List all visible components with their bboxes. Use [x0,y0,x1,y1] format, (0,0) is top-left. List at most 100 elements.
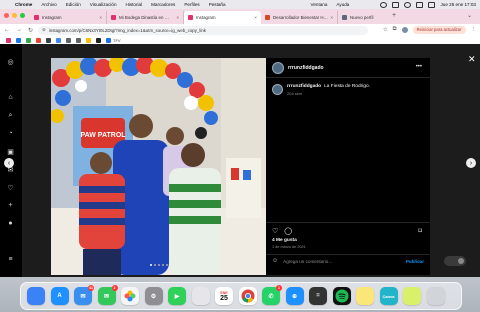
site-info-icon[interactable]: ⊜ [42,27,46,33]
explore-icon[interactable]: ◔ [7,130,14,137]
canva-icon[interactable]: Canva [379,287,398,305]
bookmark-label[interactable]: TFV [113,38,121,43]
menu-item-edicion[interactable]: Edición [66,2,81,7]
chrome-logo [241,289,254,303]
reels-icon[interactable]: ▣ [7,148,14,156]
more-menu-icon[interactable]: ≡ [7,256,14,263]
bookmark-favicon-icon[interactable] [36,37,41,43]
menu-app-name[interactable]: Chrome [15,2,32,7]
close-window-icon[interactable] [4,13,9,18]
tab-bodega[interactable]: Mi Bodega Dinastía en … × [107,11,184,24]
author-username[interactable]: rrrunzfiddgado [288,65,324,71]
search-icon[interactable] [416,1,424,8]
menu-item-perfiles[interactable]: Perfiles [184,2,199,7]
minimize-window-icon[interactable] [12,13,17,18]
close-tab-icon[interactable]: × [254,15,257,20]
chrome-menu-icon[interactable]: ⋮ [471,27,477,33]
emoji-icon[interactable]: ☺ [272,258,278,264]
tab-nuevo-perfil[interactable]: Nuevo perfil [338,11,388,24]
likes-count[interactable]: 4 Me gusta [272,238,297,243]
bookmark-favicon-icon[interactable] [6,37,11,43]
battery-icon[interactable] [392,1,400,8]
notification-badge: 2 [111,285,118,291]
menu-item-archivo[interactable]: Archivo [41,2,56,7]
bookmark-favicon-icon[interactable] [56,37,61,43]
home-icon[interactable]: ⌂ [7,94,14,101]
menu-item-marcadores[interactable]: Marcadores [151,2,175,7]
tab-instagram-active[interactable]: Instagram × [184,11,261,24]
profile-avatar[interactable] [401,26,408,33]
tab-desarrollador[interactable]: Desarrollador Bienestar H… × [261,11,338,24]
menu-clock[interactable]: Jue 25 ene 17:03 [440,2,476,7]
mail-icon[interactable]: ✉ 41 [74,285,94,305]
notes-icon[interactable] [356,287,374,305]
quick-note-icon[interactable] [403,287,421,305]
app-store-icon[interactable]: A [50,287,69,305]
caption-avatar[interactable] [272,84,283,95]
system-settings-icon[interactable]: ⚙ [144,287,163,305]
menu-item-pestana[interactable]: Pestaña [209,2,226,7]
author-avatar[interactable] [272,61,284,74]
finder-icon[interactable] [27,287,45,305]
comment-input[interactable]: Agrega un comentario... [283,259,406,264]
menu-item-ayuda[interactable]: Ayuda [336,2,349,7]
zoom-window-icon[interactable] [20,13,25,18]
bookmark-favicon-icon[interactable] [26,37,31,43]
caption-username[interactable]: rrrunzfiddgado [287,84,321,89]
menu-item-historial[interactable]: Historial [126,2,143,7]
profile-icon[interactable]: ● [7,220,14,227]
bookmark-favicon-icon[interactable] [66,37,71,43]
wifi-icon[interactable] [404,1,412,8]
notifications-icon[interactable]: ♡ [7,184,14,192]
bookmark-favicon-icon[interactable] [16,37,21,43]
forward-icon[interactable]: → [16,27,22,33]
tab-search-icon[interactable]: ⌄ [467,12,472,19]
close-tab-icon[interactable]: × [99,15,102,20]
bookmark-favicon-icon[interactable] [96,37,101,43]
close-tab-icon[interactable]: × [176,15,179,20]
extensions-icon[interactable]: ⧉ [393,26,397,33]
calendar-icon[interactable]: ENE 25 [215,287,233,305]
instagram-logo-icon[interactable]: ◎ [7,58,14,66]
close-modal-icon[interactable]: ✕ [468,54,476,65]
whatsapp-icon[interactable]: ✆ 1 [262,285,282,305]
tab-instagram-1[interactable]: Instagram × [30,11,107,24]
create-icon[interactable]: + [7,202,14,209]
next-post-icon[interactable]: › [466,158,476,168]
calculator-icon[interactable]: = [309,287,327,305]
bookmark-favicon-icon[interactable] [76,37,81,43]
bookmark-favicon-icon[interactable] [106,37,111,43]
comment-icon[interactable]: ◯ [284,227,292,235]
close-tab-icon[interactable]: × [330,15,333,20]
apple-icon[interactable] [4,2,9,8]
reload-icon[interactable]: ↻ [28,27,33,34]
control-center-icon[interactable] [428,1,436,8]
menu-item-ventana[interactable]: Ventana [311,2,328,7]
safari-icon[interactable]: ⊕ [285,287,304,305]
publish-button[interactable]: Publicar [406,259,424,264]
chrome-icon[interactable] [238,287,257,305]
launchpad-icon[interactable] [191,287,210,305]
trash-icon[interactable] [426,287,445,305]
spotify-icon[interactable] [332,287,351,305]
previous-post-icon[interactable]: ‹ [4,158,14,168]
status-circle-icon[interactable] [380,1,388,8]
facetime-icon[interactable]: ▶ [168,287,186,305]
search-icon[interactable]: ⌕ [7,112,14,119]
address-bar[interactable]: ⊜ instagram.com/p/C6Nx3Yt0L2Dtg/?img_ind… [38,25,368,35]
new-tab-icon[interactable]: + [392,12,396,19]
post-photo[interactable]: PAW PATROL [51,58,266,275]
back-icon[interactable]: ← [4,27,10,33]
bookmark-favicon-icon[interactable] [46,37,51,43]
messages-icon[interactable]: ✉ 2 [97,285,118,305]
restart-update-button[interactable]: Reiniciar para actualizar [412,25,466,34]
more-options-icon[interactable]: ••• [416,64,422,70]
bookmark-favicon-icon[interactable] [86,37,91,43]
bookmark-star-icon[interactable]: ☆ [383,27,388,33]
carousel-indicator [150,264,168,266]
photos-icon[interactable] [121,287,139,305]
save-bookmark-icon[interactable]: ⌑ [418,227,422,235]
menu-item-visualizacion[interactable]: Visualización [90,2,117,7]
toggle-switch[interactable] [444,256,466,266]
like-heart-icon[interactable]: ♡ [272,227,278,235]
